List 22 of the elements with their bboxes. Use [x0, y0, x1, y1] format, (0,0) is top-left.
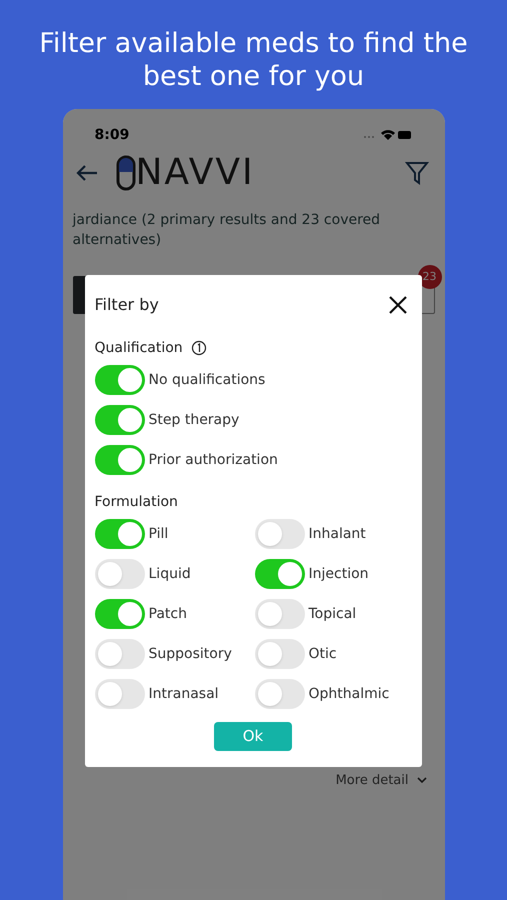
search-summary: jardiance (2 primary results and 23 covered alternatives)	[71, 211, 382, 250]
option-label: Inhalant	[308, 524, 366, 544]
logo: NAVVI	[136, 153, 255, 193]
option-label: Otic	[308, 644, 337, 664]
option-label: Step therapy	[148, 410, 240, 430]
dialog-title: Filter by	[94, 294, 159, 316]
option-label: No qualifications	[148, 370, 266, 390]
section-heading: Formulation	[94, 492, 178, 512]
option-label: Liquid	[148, 564, 191, 584]
option-label: Prior authorization	[148, 450, 278, 470]
headline: Filter available meds to find the best one for you	[38, 27, 469, 93]
option-label: Ophthalmic	[308, 684, 390, 704]
more-detail-link[interactable]: More detail	[336, 771, 408, 790]
option-label: Intranasal	[148, 684, 219, 704]
ok-button[interactable]: Ok	[214, 722, 292, 751]
option-label: Injection	[308, 564, 369, 584]
option-label: Pill	[148, 524, 168, 544]
status-time: 8:09	[94, 126, 130, 144]
option-label: Suppository	[148, 644, 232, 664]
section-heading: Qualification	[94, 338, 183, 358]
option-label: Patch	[148, 604, 187, 624]
option-label: Topical	[308, 604, 356, 624]
